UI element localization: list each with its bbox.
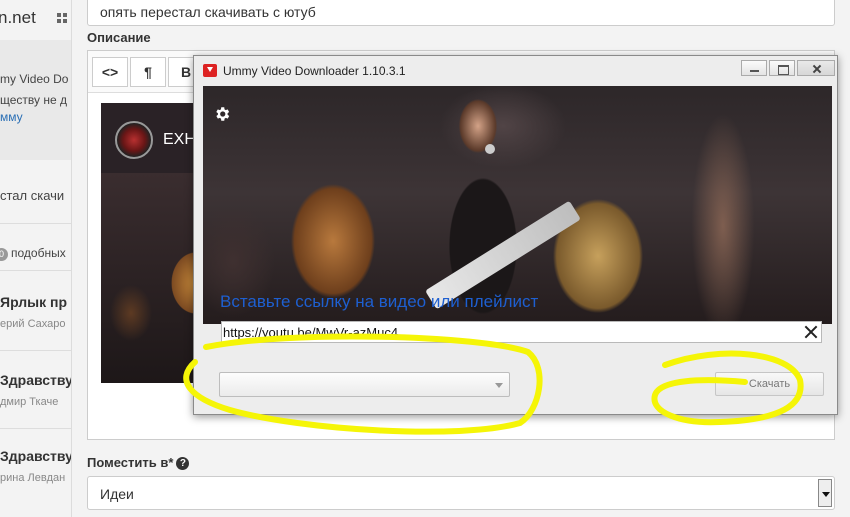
divider xyxy=(0,428,71,429)
divider xyxy=(0,270,71,271)
site-name: n.net xyxy=(0,8,36,27)
help-icon[interactable]: ? xyxy=(176,457,190,470)
similar-topic-2-author: дмир Ткаче xyxy=(0,396,59,408)
url-input[interactable]: https://youtu.be/MwVr-azMuc4 xyxy=(221,321,822,343)
related-text-1: my Video Do xyxy=(0,72,69,86)
embedded-video-title: EXH xyxy=(163,131,196,148)
similar-topic-3-author: рина Левдан xyxy=(0,472,66,484)
format-select[interactable] xyxy=(219,372,510,397)
related-text-2: ществу не д xyxy=(0,93,67,107)
gear-icon[interactable] xyxy=(213,105,231,123)
minimize-button[interactable] xyxy=(741,60,767,76)
maximize-button[interactable] xyxy=(769,60,795,76)
url-input-value: https://youtu.be/MwVr-azMuc4 xyxy=(223,325,399,340)
microphone-shape xyxy=(485,144,495,154)
video-background: Вставьте ссылку на видео или плейлист xyxy=(203,86,832,324)
title-bar[interactable]: Ummy Video Downloader 1.10.3.1 xyxy=(194,56,837,84)
download-button[interactable]: Скачать xyxy=(715,372,824,396)
ummy-window: Ummy Video Downloader 1.10.3.1 Вставьте … xyxy=(193,55,838,415)
paste-link-prompt: Вставьте ссылку на видео или плейлист xyxy=(220,292,539,311)
count-badge: 0 xyxy=(0,248,8,261)
similar-topic-1-author: ерий Сахаро xyxy=(0,318,66,330)
similar-label: подобных xyxy=(11,246,66,260)
subject-input[interactable]: опять перестал скачивать с ютуб xyxy=(87,0,835,26)
place-label: Поместить в*? xyxy=(87,455,190,470)
similar-topic-3-title[interactable]: Здравству xyxy=(0,448,71,464)
paragraph-button[interactable]: ¶ xyxy=(130,57,166,87)
topic-title[interactable]: стал скачи xyxy=(0,188,64,203)
chevron-down-icon xyxy=(495,383,503,388)
description-label: Описание xyxy=(87,30,151,45)
download-app-icon xyxy=(203,64,217,77)
select-arrow-icon[interactable] xyxy=(818,479,832,507)
similar-topic-1-title[interactable]: Ярлык пр xyxy=(0,294,67,310)
place-label-text: Поместить в* xyxy=(87,455,174,470)
place-select-value: Идеи xyxy=(100,486,134,502)
window-title: Ummy Video Downloader 1.10.3.1 xyxy=(223,64,406,78)
place-select[interactable]: Идеи xyxy=(87,476,835,510)
divider xyxy=(0,223,71,224)
code-button[interactable]: <> xyxy=(92,57,128,87)
grid-icon[interactable] xyxy=(57,13,68,23)
clear-icon[interactable] xyxy=(803,325,818,340)
similar-topic-2-title[interactable]: Здравству xyxy=(0,372,71,388)
close-button[interactable] xyxy=(797,60,835,76)
left-column: n.net my Video Do ществу не д мму стал с… xyxy=(0,0,72,517)
related-link[interactable]: мму xyxy=(0,110,23,124)
divider xyxy=(0,350,71,351)
channel-logo xyxy=(115,121,153,159)
